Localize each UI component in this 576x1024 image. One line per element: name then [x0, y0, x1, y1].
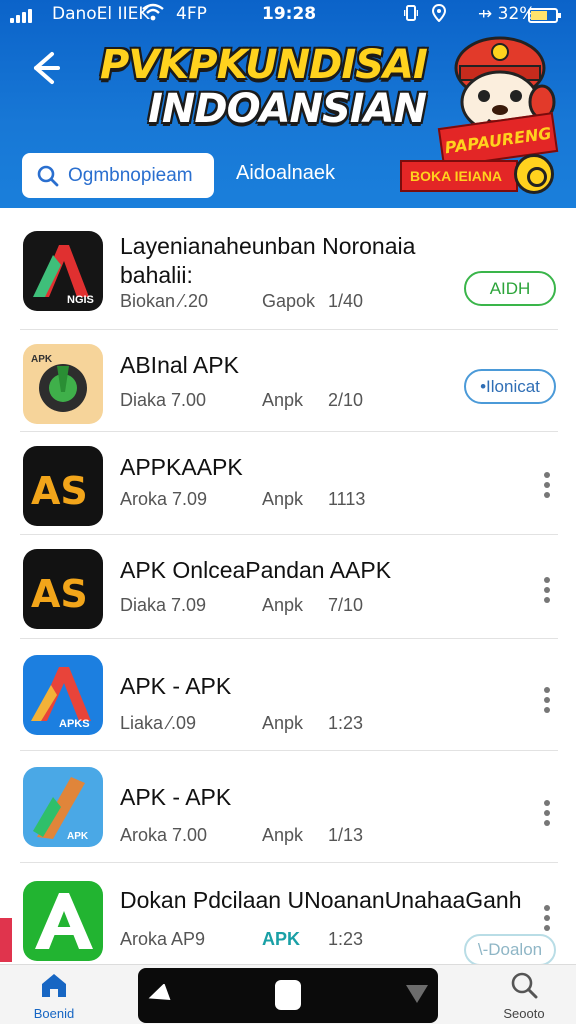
back-triangle-icon[interactable] [146, 984, 172, 1006]
more-vertical-icon[interactable] [535, 470, 559, 500]
svg-text:NGIS: NGIS [67, 294, 94, 306]
svg-text:APK: APK [67, 831, 89, 842]
header: DanoEl IIEK 4FP 19:28 ⇸ 32% PVKPKUNDISAI… [0, 0, 576, 208]
nav-search[interactable]: Seooto [494, 971, 554, 1023]
app-icon [23, 881, 103, 961]
list-item[interactable]: APK ABInal APK Diaka 7.00 Anpk 2/10 •Ilo… [0, 330, 576, 432]
app-name: APPKAAPK [120, 454, 243, 480]
app-meta-count: 2/10 [328, 390, 364, 410]
app-meta-size: Aroka 7.00 [120, 825, 208, 845]
more-vertical-icon[interactable] [535, 903, 559, 933]
install-button[interactable]: AIDH [464, 271, 556, 306]
promo-badge-bottom: BOKA IEIANA [400, 160, 518, 192]
more-vertical-icon[interactable] [535, 798, 559, 828]
battery-percent: ⇸ 32% [478, 4, 536, 24]
nav-home[interactable]: Boenid [26, 971, 82, 1023]
svg-text:AS: AS [31, 572, 88, 616]
app-meta-size: Diaka 7.09 [120, 595, 207, 615]
search-icon [37, 165, 59, 186]
nav-home-label: Boenid [33, 1006, 75, 1021]
vibrate-icon [404, 5, 418, 21]
app-name: APK OnlceaPandan AAPK [120, 557, 392, 583]
status-bar: DanoEl IIEK 4FP 19:28 ⇸ 32% [0, 0, 576, 32]
app-name: APK - APK [120, 673, 232, 699]
list-item[interactable]: APK APK - APK Aroka 7.00 Anpk 1/13 [0, 751, 576, 863]
app-meta-count: 7/10 [328, 595, 364, 615]
recent-triangle-icon[interactable] [404, 982, 430, 1006]
app-meta-type: Anpk [262, 825, 304, 845]
app-name: Dokan Pdcilaan UNoananUnahaaGanh [120, 887, 522, 913]
app-meta-size: Diaka 7.00 [120, 390, 207, 410]
app-meta-type: Gapok [262, 291, 316, 311]
list-item[interactable]: Dokan Pdcilaan UNoananUnahaaGanh Aroka A… [0, 863, 576, 966]
app-name: Layenianaheunban Noronaia bahalii: [120, 233, 416, 288]
battery-icon [528, 8, 561, 23]
app-meta-type: Anpk [262, 595, 304, 615]
carrier-name: DanoEl IIEK [52, 4, 150, 24]
app-icon: NGIS [23, 231, 103, 311]
app-icon: APK [23, 767, 103, 847]
svg-text:APKS: APKS [59, 718, 90, 730]
app-meta-type: Anpk [262, 489, 304, 509]
list-item[interactable]: APKS APK - APK Liaka ⁄.09 Anpk 1:23 [0, 639, 576, 751]
header-link[interactable]: Aidoalnaek [236, 162, 335, 185]
app-icon: APK [23, 344, 103, 424]
status-icons [404, 4, 446, 22]
search-input[interactable]: Ogmbnopieam [22, 153, 214, 198]
coin-icon [514, 154, 554, 194]
app-meta-count: 1113 [328, 489, 366, 509]
promo-badge[interactable]: PAPAURENG BOKA IEIANA [400, 112, 560, 198]
svg-text:APK: APK [31, 354, 53, 365]
app-icon: APKS [23, 655, 103, 735]
more-vertical-icon[interactable] [535, 685, 559, 715]
app-name: APK - APK [120, 784, 232, 810]
app-meta-count: 1:23 [328, 929, 364, 949]
app-meta-size: Biokan ⁄.20 [120, 291, 209, 311]
more-vertical-icon[interactable] [535, 575, 559, 605]
system-nav-bar [138, 968, 438, 1023]
app-meta-size: Liaka ⁄.09 [120, 713, 197, 733]
home-icon [42, 974, 66, 997]
list-item[interactable]: AS APPKAAPK Aroka 7.09 Anpk 1113 [0, 432, 576, 535]
banner-title: PVKPKUNDISAI INDOANSIAN [100, 44, 450, 130]
location-icon [432, 4, 446, 22]
download-button[interactable]: •Ilonicat [464, 369, 556, 404]
list-item[interactable]: NGIS Layenianaheunban Noronaia bahalii: … [0, 208, 576, 330]
home-square-icon[interactable] [275, 980, 301, 1010]
search-icon [511, 972, 538, 999]
app-name: ABInal APK [120, 352, 239, 378]
app-icon: AS [23, 446, 103, 526]
app-meta-type: Anpk [262, 713, 304, 733]
app-icon: AS [23, 549, 103, 629]
nav-search-label: Seooto [503, 1006, 545, 1021]
back-arrow-icon [34, 52, 60, 84]
network-type: 4FP [176, 4, 207, 24]
svg-text:AS: AS [31, 469, 88, 513]
app-meta-count: 1:23 [328, 713, 364, 733]
app-meta-type: Anpk [262, 390, 304, 410]
banner-title-line1: PVKPKUNDISAI [100, 42, 428, 88]
edge-indicator [0, 918, 12, 962]
app-meta-count: 1/40 [328, 291, 364, 311]
clock: 19:28 [262, 4, 317, 24]
wifi-icon [142, 3, 164, 26]
list-item[interactable]: AS APK OnlceaPandan AAPK Diaka 7.09 Anpk… [0, 535, 576, 639]
app-meta-size: Aroka AP9 [120, 929, 206, 949]
app-meta-size: Aroka 7.09 [120, 489, 208, 509]
signal-icon [10, 9, 32, 23]
app-meta-type: APK [262, 929, 301, 949]
search-placeholder: Ogmbnopieam [68, 164, 193, 186]
back-button[interactable] [24, 46, 68, 90]
app-meta-count: 1/13 [328, 825, 364, 845]
download-button[interactable]: \-Doalon [464, 934, 556, 966]
